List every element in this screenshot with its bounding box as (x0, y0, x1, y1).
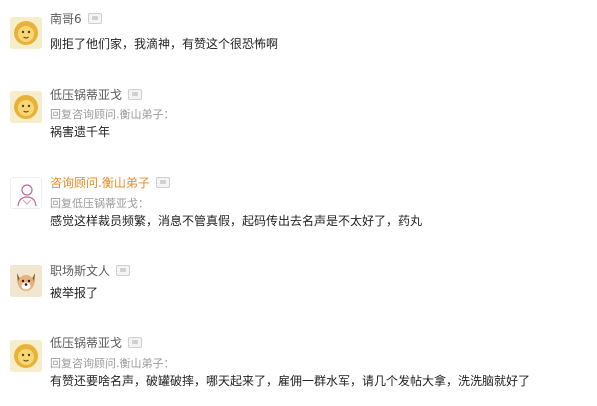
comment-item: 低压锅蒂亚戈 回复咨询顾问.衡山弟子： 有赞还要啥名声，破罐破摔，哪天起来了，雇… (0, 332, 597, 406)
level-badge-icon (128, 89, 143, 100)
comment-item: 咨询顾问.衡山弟子 回复低压锅蒂亚戈： 感觉这样裁员频繁，消息不管真假，起码传出… (0, 172, 597, 242)
comment-item: 职场斯文人 被举报了 (0, 260, 597, 310)
lion-avatar-icon (10, 17, 42, 49)
lion-avatar-icon (10, 91, 42, 123)
comment-author[interactable]: 低压锅蒂亚戈 (50, 336, 143, 350)
dog-avatar-icon (10, 265, 42, 297)
avatar[interactable] (10, 177, 42, 209)
reply-to-label: 回复咨询顾问.衡山弟子： (50, 108, 175, 121)
reply-to-label: 回复咨询顾问.衡山弟子： (50, 357, 175, 370)
reply-to-label: 回复低压锅蒂亚戈： (50, 197, 149, 210)
comment-item: 南哥6 刚拒了他们家，我滴神，有赞这个很恐怖啊 (0, 0, 597, 70)
level-badge-icon (155, 177, 170, 188)
lion-avatar-icon (10, 340, 42, 372)
level-badge-icon (116, 265, 131, 276)
comment-author[interactable]: 咨询顾问.衡山弟子 (50, 176, 170, 190)
avatar[interactable] (10, 91, 42, 123)
avatar[interactable] (10, 265, 42, 297)
comment-text: 被举报了 (50, 286, 99, 300)
avatar[interactable] (10, 17, 42, 49)
comment-author[interactable]: 职场斯文人 (50, 264, 131, 278)
comment-author[interactable]: 南哥6 (50, 12, 102, 26)
comment-item: 低压锅蒂亚戈 回复咨询顾问.衡山弟子： 祸害遗千年 (0, 88, 597, 158)
comment-text: 刚拒了他们家，我滴神，有赞这个很恐怖啊 (50, 37, 279, 51)
comment-author[interactable]: 低压锅蒂亚戈 (50, 88, 143, 102)
avatar[interactable] (10, 340, 42, 372)
level-badge-icon (87, 13, 102, 24)
comment-text: 有赞还要啥名声，破罐破摔，哪天起来了，雇佣一群水军，请几个发帖大拿，洗洗脑就好了 (50, 374, 531, 388)
sketch-person-avatar-icon (11, 178, 41, 208)
comment-text: 祸害遗千年 (50, 125, 111, 139)
level-badge-icon (128, 337, 143, 348)
comment-text: 感觉这样裁员频繁，消息不管真假，起码传出去名声是不太好了，药丸 (50, 214, 423, 228)
